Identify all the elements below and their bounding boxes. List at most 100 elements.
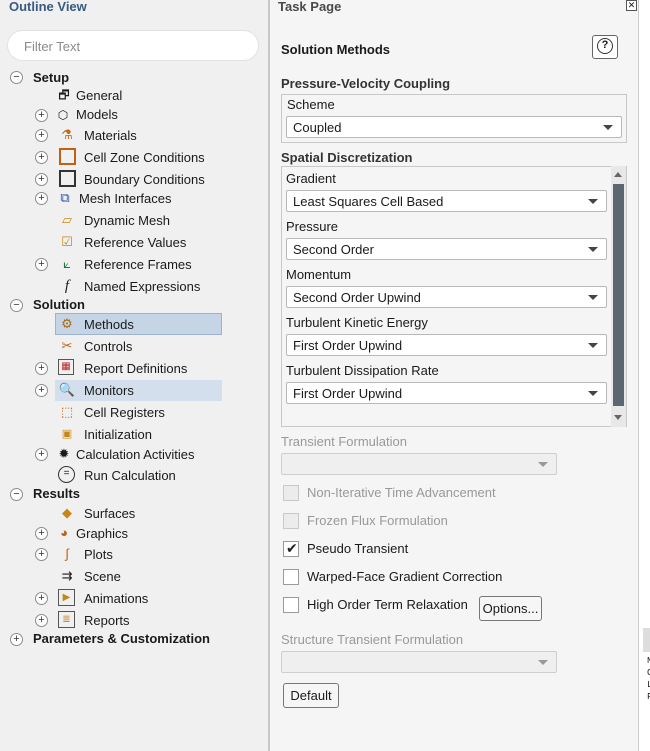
tree-models[interactable]: Models	[76, 106, 118, 124]
tree-surfaces[interactable]: Surfaces	[84, 505, 135, 523]
methods-selection	[55, 313, 222, 335]
hotr-checkbox[interactable]	[283, 597, 299, 613]
gradient-label: Gradient	[286, 171, 336, 186]
expand-boundary-icon[interactable]: +	[35, 173, 48, 186]
tree-calc-activities[interactable]: Calculation Activities	[76, 446, 195, 464]
transient-dropdown[interactable]	[281, 453, 557, 475]
chevron-down-icon	[538, 660, 548, 665]
calc-activities-icon: ✹	[58, 446, 70, 461]
monitors-highlight	[55, 380, 222, 401]
help-button[interactable]: ?	[592, 35, 618, 59]
reports-icon: ≣	[58, 611, 75, 628]
scheme-dropdown[interactable]: Coupled	[286, 116, 622, 138]
tree-monitors[interactable]: Monitors	[84, 382, 134, 400]
tke-dropdown[interactable]: First Order Upwind	[286, 334, 607, 356]
tree-results[interactable]: Results	[33, 485, 80, 503]
tree-animations[interactable]: Animations	[84, 590, 148, 608]
tree-controls[interactable]: Controls	[84, 338, 132, 356]
scene-icon: ⇉	[61, 568, 73, 583]
solution-methods-heading: Solution Methods	[281, 42, 391, 57]
tree-named-expressions[interactable]: Named Expressions	[84, 278, 200, 296]
outline-view-panel: Outline View Filter Text − Setup 🗗 Gener…	[0, 0, 268, 751]
chevron-down-icon	[588, 343, 598, 348]
gradient-dropdown[interactable]: Least Squares Cell Based	[286, 190, 607, 212]
pseudo-transient-checkbox[interactable]: ✔	[283, 540, 299, 557]
surfaces-icon: ◆	[62, 505, 72, 520]
collapse-setup-icon[interactable]: −	[10, 71, 23, 84]
tree-reports[interactable]: Reports	[84, 612, 130, 630]
tree-cell-zone[interactable]: Cell Zone Conditions	[84, 149, 205, 167]
frozen-flux-label: Frozen Flux Formulation	[307, 513, 448, 528]
tree-general[interactable]: General	[76, 87, 122, 105]
tree-reference-frames[interactable]: Reference Frames	[84, 256, 192, 274]
tree-boundary[interactable]: Boundary Conditions	[84, 171, 205, 189]
methods-icon: ⚙	[61, 316, 73, 331]
expand-materials-icon[interactable]: +	[35, 129, 48, 142]
tdr-value: First Order Upwind	[293, 386, 403, 401]
tree-reference-values[interactable]: Reference Values	[84, 234, 186, 252]
expand-cell-zone-icon[interactable]: +	[35, 151, 48, 164]
collapse-solution-icon[interactable]: −	[10, 299, 23, 312]
tree-solution[interactable]: Solution	[33, 296, 85, 314]
reference-values-icon: ☑	[61, 234, 73, 249]
mesh-interfaces-icon: ⧉	[60, 190, 70, 205]
tdr-dropdown[interactable]: First Order Upwind	[286, 382, 607, 404]
tree-graphics[interactable]: Graphics	[76, 525, 128, 543]
tree-mesh-interfaces[interactable]: Mesh Interfaces	[79, 190, 172, 208]
frozen-flux-checkbox[interactable]	[283, 513, 299, 529]
expand-calc-activities-icon[interactable]: +	[35, 448, 48, 461]
tree-materials[interactable]: Materials	[84, 127, 137, 145]
plots-icon: ∫	[65, 546, 69, 561]
scheme-label: Scheme	[287, 97, 335, 112]
expand-reference-frames-icon[interactable]: +	[35, 258, 48, 271]
expand-animations-icon[interactable]: +	[35, 592, 48, 605]
default-button[interactable]: Default	[283, 683, 339, 708]
tree-parameters[interactable]: Parameters & Customization	[33, 630, 210, 648]
tree-plots[interactable]: Plots	[84, 546, 113, 564]
momentum-dropdown[interactable]: Second Order Upwind	[286, 286, 607, 308]
nita-checkbox[interactable]	[283, 485, 299, 501]
tree-setup[interactable]: Setup	[33, 69, 69, 87]
pressure-dropdown[interactable]: Second Order	[286, 238, 607, 260]
warped-face-checkbox[interactable]	[283, 569, 299, 585]
close-icon[interactable]: ✕	[626, 0, 637, 11]
collapse-results-icon[interactable]: −	[10, 488, 23, 501]
tree-report-definitions[interactable]: Report Definitions	[84, 360, 187, 378]
tree-run-calculation[interactable]: Run Calculation	[84, 467, 176, 485]
chevron-down-icon	[588, 391, 598, 396]
expand-parameters-icon[interactable]: +	[10, 633, 23, 646]
graphics-icon: ◕	[60, 525, 68, 540]
expand-graphics-icon[interactable]: +	[35, 527, 48, 540]
controls-icon: ✂	[61, 338, 73, 353]
tree-initialization[interactable]: Initialization	[84, 426, 152, 444]
tree-scene[interactable]: Scene	[84, 568, 121, 586]
transient-label: Transient Formulation	[281, 434, 407, 449]
tree-methods[interactable]: Methods	[84, 316, 134, 334]
expand-plots-icon[interactable]: +	[35, 548, 48, 561]
expand-reports-icon[interactable]: +	[35, 614, 48, 627]
expand-monitors-icon[interactable]: +	[35, 384, 48, 397]
options-button[interactable]: Options...	[479, 596, 542, 621]
tree-cell-registers[interactable]: Cell Registers	[84, 404, 165, 422]
spatial-heading: Spatial Discretization	[281, 150, 413, 165]
scroll-thumb[interactable]	[613, 184, 624, 406]
tke-value: First Order Upwind	[293, 338, 403, 353]
expand-report-definitions-icon[interactable]: +	[35, 362, 48, 375]
spatial-scrollbar[interactable]	[611, 166, 626, 427]
expand-mesh-interfaces-icon[interactable]: +	[35, 192, 48, 205]
gradient-value: Least Squares Cell Based	[293, 194, 444, 209]
scroll-down-icon[interactable]	[614, 415, 622, 420]
strip-tab	[643, 628, 650, 652]
tree-dynamic-mesh[interactable]: Dynamic Mesh	[84, 212, 170, 230]
filter-input[interactable]: Filter Text	[7, 30, 259, 61]
expand-models-icon[interactable]: +	[35, 109, 48, 122]
report-definitions-icon: ▦	[58, 359, 74, 375]
console-strip: N C L F	[638, 0, 650, 751]
models-icon: ⬡	[57, 108, 69, 122]
chevron-down-icon	[588, 247, 598, 252]
outline-view-title: Outline View	[9, 0, 87, 14]
scroll-up-icon[interactable]	[614, 172, 622, 177]
structure-transient-dropdown[interactable]	[281, 651, 557, 673]
momentum-value: Second Order Upwind	[293, 290, 421, 305]
tdr-label: Turbulent Dissipation Rate	[286, 363, 439, 378]
